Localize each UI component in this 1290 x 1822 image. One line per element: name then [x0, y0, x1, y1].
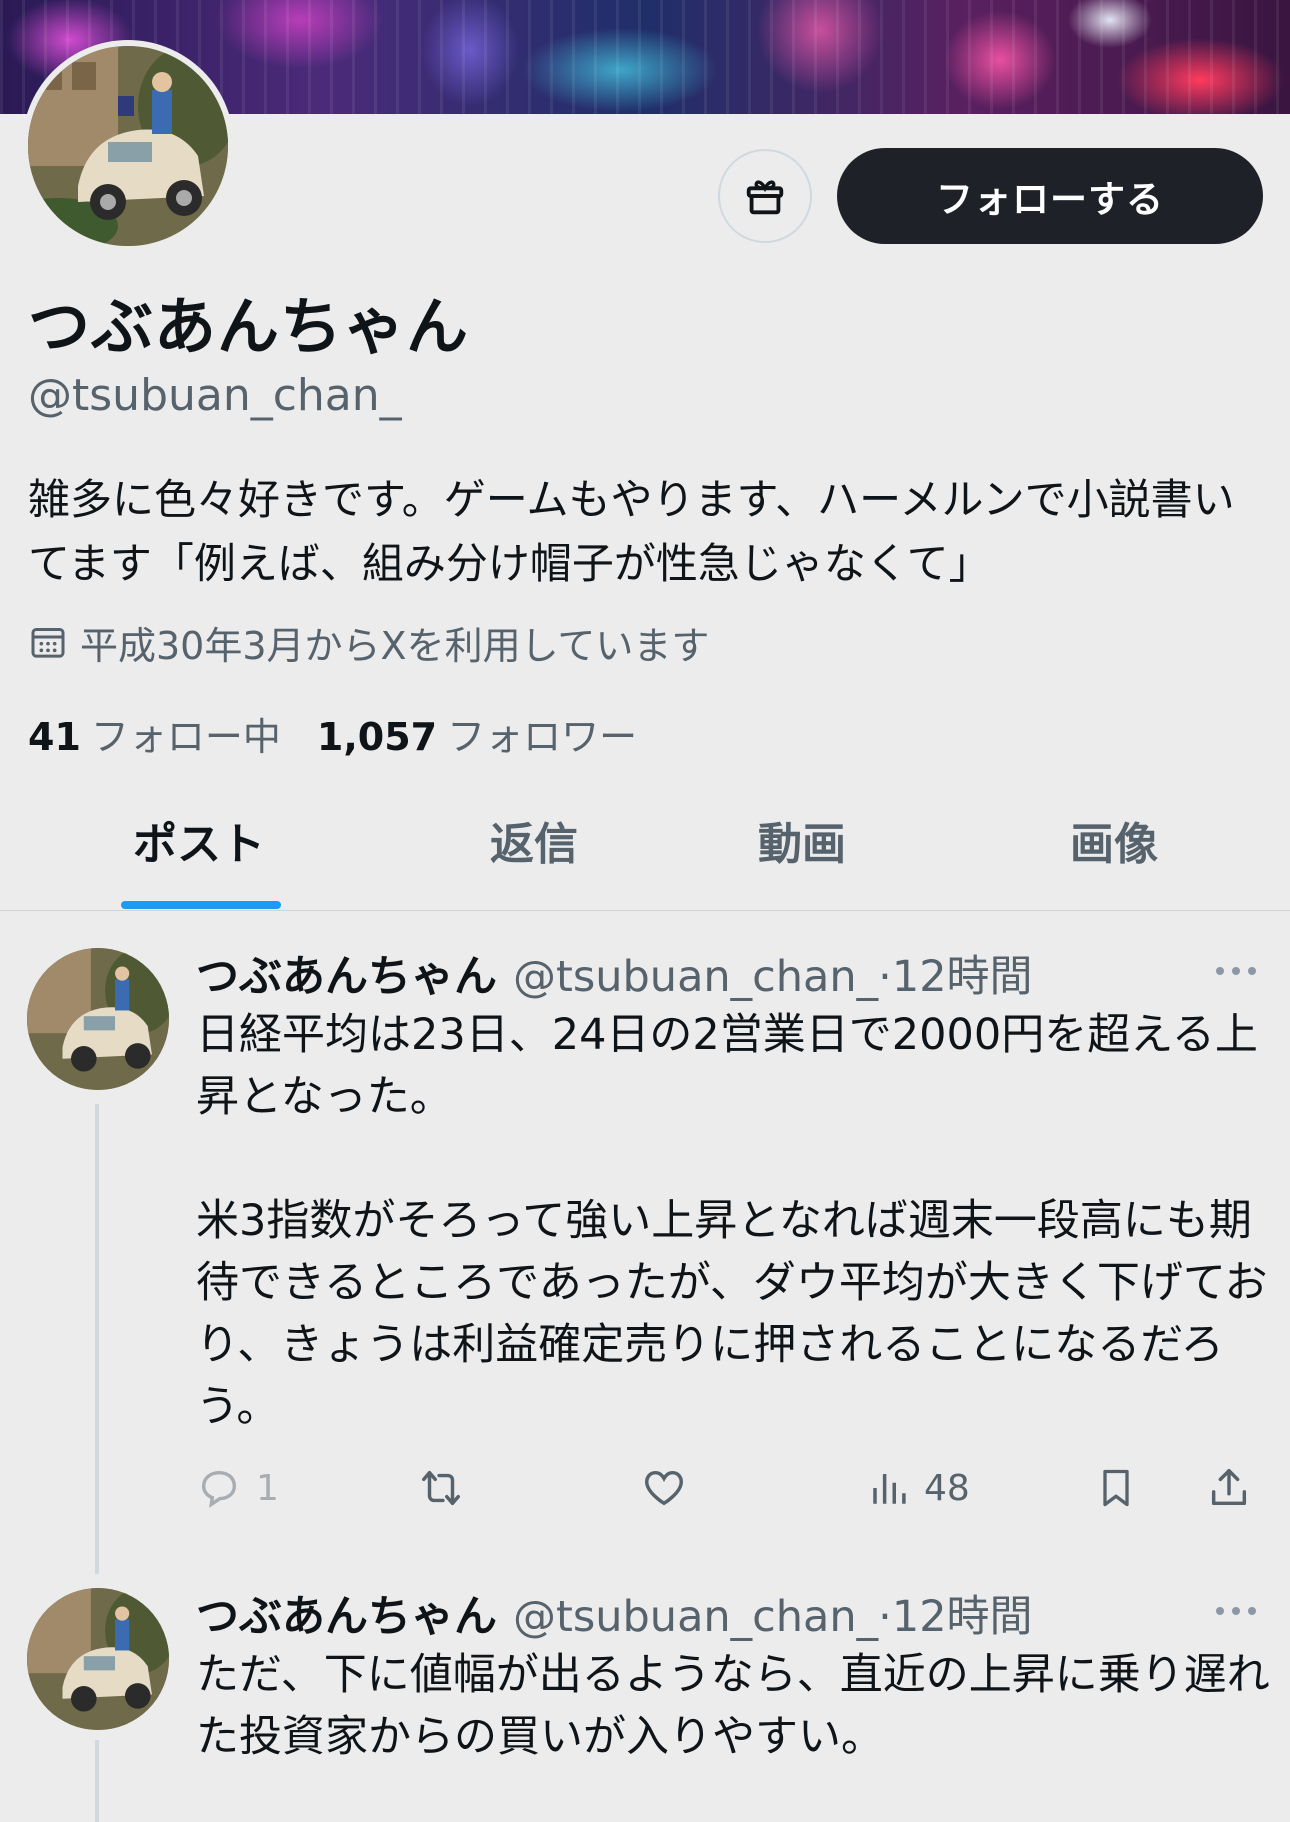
- profile-avatar[interactable]: [22, 40, 234, 252]
- more-options-icon[interactable]: [1210, 1596, 1270, 1626]
- post-actions: 1 48: [196, 1458, 1276, 1518]
- gift-icon: [746, 180, 784, 215]
- avatar-image: [28, 46, 228, 246]
- post-handle[interactable]: @tsubuan_chan_: [513, 1592, 878, 1642]
- follow-stats: 41 フォロー中 1,057 フォロワー: [28, 706, 637, 761]
- post-author[interactable]: つぶあんちゃん: [196, 952, 497, 1002]
- post-time[interactable]: ·12時間: [878, 1592, 1032, 1642]
- post-avatar[interactable]: [27, 948, 169, 1090]
- reply-icon: [201, 1470, 237, 1508]
- follow-button[interactable]: フォローする: [837, 148, 1263, 244]
- post-text: 日経平均は23日、24日の2営業日で2000円を超える上昇となった。 米3指数が…: [196, 1010, 1268, 1432]
- tab-images[interactable]: 画像: [1070, 815, 1158, 885]
- joined-text: 平成30年3月からXを利用しています: [80, 623, 710, 668]
- post-header: つぶあんちゃん @tsubuan_chan_·12時間: [196, 1582, 1033, 1644]
- post-avatar[interactable]: [27, 1588, 169, 1730]
- profile-display-name: つぶあんちゃん: [28, 290, 470, 363]
- profile-tabs: ポスト 返信 動画 画像: [0, 795, 1290, 911]
- share-button[interactable]: [1206, 1458, 1252, 1518]
- following-count: 41: [28, 715, 81, 759]
- thread-line: [95, 1104, 99, 1574]
- following-link[interactable]: 41 フォロー中: [28, 706, 281, 761]
- profile-handle: @tsubuan_chan_: [28, 370, 402, 421]
- repost-icon: [422, 1470, 460, 1506]
- gift-button[interactable]: [718, 149, 812, 243]
- avatar-image: [27, 1588, 169, 1730]
- reply-button[interactable]: 1: [196, 1458, 279, 1518]
- bookmark-button[interactable]: [1094, 1458, 1138, 1518]
- following-label: フォロー中: [90, 715, 281, 759]
- share-icon: [1211, 1469, 1247, 1506]
- post-header: つぶあんちゃん @tsubuan_chan_·12時間: [196, 942, 1033, 1004]
- calendar-icon: [31, 628, 65, 658]
- views-button[interactable]: 48: [868, 1458, 970, 1518]
- avatar-image: [27, 948, 169, 1090]
- bookmark-icon: [1103, 1469, 1129, 1507]
- post-text: ただ、下に値幅が出るようなら、直近の上昇に乗り遅れた投資家からの買いが入りやすい…: [196, 1650, 1270, 1762]
- post-time[interactable]: ·12時間: [878, 952, 1032, 1002]
- thread-line: [95, 1740, 99, 1822]
- analytics-icon: [873, 1474, 906, 1504]
- joined-date: 平成30年3月からXを利用しています: [28, 618, 709, 668]
- reply-count: 1: [256, 1467, 279, 1509]
- like-button[interactable]: [640, 1458, 688, 1518]
- tab-replies[interactable]: 返信: [490, 815, 578, 885]
- followers-link[interactable]: 1,057 フォロワー: [317, 706, 637, 761]
- post-author[interactable]: つぶあんちゃん: [196, 1592, 497, 1642]
- profile-bio: 雑多に色々好きです。ゲームもやります、ハーメルンで小説書いてます「例えば、組み分…: [28, 475, 1235, 588]
- heart-icon: [645, 1470, 683, 1506]
- repost-button[interactable]: [416, 1458, 466, 1518]
- followers-count: 1,057: [316, 715, 438, 759]
- tab-videos[interactable]: 動画: [758, 815, 846, 885]
- post-handle[interactable]: @tsubuan_chan_: [513, 952, 878, 1002]
- tab-active-indicator: [121, 901, 281, 909]
- tab-posts[interactable]: ポスト: [133, 815, 265, 885]
- views-count: 48: [924, 1467, 970, 1509]
- more-options-icon[interactable]: [1210, 956, 1270, 986]
- followers-label: フォロワー: [447, 715, 638, 759]
